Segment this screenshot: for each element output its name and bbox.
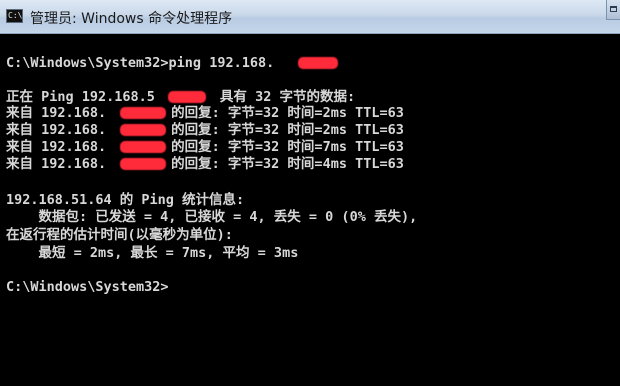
- console-line-reply: 来自 192.168. 的回复: 字节=32 时间=7ms TTL=63: [6, 139, 404, 155]
- console-line-reply: 来自 192.168. 的回复: 字节=32 时间=2ms TTL=63: [6, 122, 404, 138]
- redaction-mark: [120, 141, 166, 153]
- console-line-packets: 数据包: 已发送 = 4, 已接收 = 4, 丢失 = 0 (0% 丢失),: [6, 209, 418, 225]
- command-prompt-window: C:\ 管理员: Windows 命令处理程序 C:\Windows\Syste…: [0, 0, 620, 386]
- redaction-mark: [120, 158, 166, 170]
- console-line-rtt-header: 在返行程的估计时间(以毫秒为单位):: [6, 227, 233, 243]
- console-line-reply: 来自 192.168. 的回复: 字节=32 时间=4ms TTL=63: [6, 156, 404, 172]
- console-output[interactable]: C:\Windows\System32>ping 192.168. 正在 Pin…: [0, 34, 620, 386]
- console-line-command: C:\Windows\System32>ping 192.168.: [6, 55, 275, 71]
- console-line-stats-header: 192.168.51.64 的 Ping 统计信息:: [6, 192, 245, 208]
- cmd-app-icon[interactable]: C:\: [6, 9, 23, 23]
- console-line-rtt-values: 最短 = 2ms, 最长 = 7ms, 平均 = 3ms: [6, 245, 299, 261]
- redaction-mark: [120, 107, 166, 119]
- window-title: 管理员: Windows 命令处理程序: [30, 11, 233, 27]
- redaction-mark: [168, 91, 206, 103]
- console-line-reply: 来自 192.168. 的回复: 字节=32 时间=2ms TTL=63: [6, 105, 404, 121]
- maximize-button[interactable]: [606, 0, 620, 20]
- redaction-mark: [120, 124, 166, 136]
- title-bar[interactable]: C:\ 管理员: Windows 命令处理程序: [0, 0, 620, 34]
- console-line-prompt[interactable]: C:\Windows\System32>: [6, 279, 169, 295]
- redaction-mark: [298, 57, 338, 69]
